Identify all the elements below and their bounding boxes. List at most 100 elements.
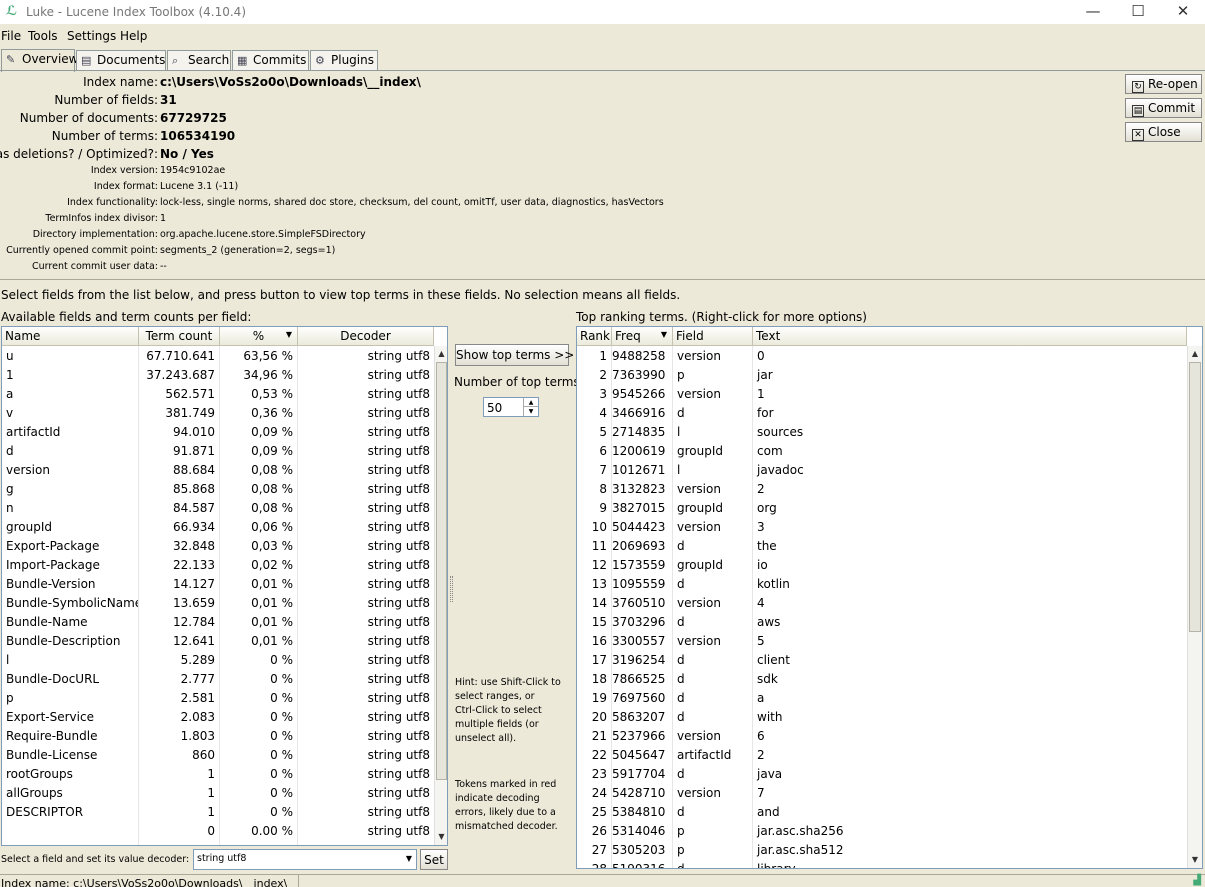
term-row[interactable]: 1 9488258 version 0 bbox=[577, 346, 1187, 365]
term-row[interactable]: 21 5237966 version 6 bbox=[577, 726, 1187, 745]
term-row[interactable]: 15 3703296 d aws bbox=[577, 612, 1187, 631]
field-row[interactable]: a 562.571 0,53 % string utf8 bbox=[2, 384, 434, 403]
reopen-button[interactable]: ↻ Re-open bbox=[1125, 74, 1202, 94]
menu-help[interactable]: Help bbox=[120, 29, 147, 43]
field-row[interactable]: Bundle-Version 14.127 0,01 % string utf8 bbox=[2, 574, 434, 593]
field-row[interactable]: Export-Package 32.848 0,03 % string utf8 bbox=[2, 536, 434, 555]
menu-settings[interactable]: Settings bbox=[67, 29, 116, 43]
term-row[interactable]: 14 3760510 version 4 bbox=[577, 593, 1187, 612]
field-row[interactable]: Bundle-DocURL 2.777 0 % string utf8 bbox=[2, 669, 434, 688]
field-row[interactable]: p 2.581 0 % string utf8 bbox=[2, 688, 434, 707]
tab-plugins[interactable]: ⚙ Plugins bbox=[310, 50, 378, 71]
term-row[interactable]: 22 5045647 artifactId 2 bbox=[577, 745, 1187, 764]
field-row[interactable]: v 381.749 0,36 % string utf8 bbox=[2, 403, 434, 422]
num-top-terms-spinner[interactable]: 50 ▲ ▼ bbox=[483, 397, 539, 417]
decoder-select[interactable]: string utf8 ▼ bbox=[193, 849, 417, 870]
field-name: v bbox=[6, 406, 14, 420]
field-name: Import-Package bbox=[6, 558, 100, 572]
term-row[interactable]: 10 5044423 version 3 bbox=[577, 517, 1187, 536]
field-row[interactable]: Bundle-SymbolicName 13.659 0,01 % string ut… bbox=[2, 593, 434, 612]
col-decoder-header[interactable]: Decoder bbox=[298, 327, 434, 346]
field-row[interactable]: g 85.868 0,08 % string utf8 bbox=[2, 479, 434, 498]
num-fields-label: Number of fields: bbox=[54, 93, 158, 107]
maximize-button[interactable]: ☐ bbox=[1115, 0, 1161, 24]
field-row[interactable]: Bundle-Description 12.641 0,01 % string utf… bbox=[2, 631, 434, 650]
tab-overview[interactable]: ✎ Overview bbox=[1, 49, 79, 72]
term-row[interactable]: 9 3827015 groupId org bbox=[577, 498, 1187, 517]
show-top-terms-button[interactable]: Show top terms >> bbox=[455, 344, 574, 366]
scroll-up-icon[interactable]: ▲ bbox=[435, 346, 447, 362]
tab-search[interactable]: ⌕ Search bbox=[167, 50, 231, 71]
field-row[interactable]: Export-Service 2.083 0 % string utf8 bbox=[2, 707, 434, 726]
col-freq-header[interactable]: Freq ▼ bbox=[612, 327, 673, 346]
col-name-header[interactable]: Name bbox=[2, 327, 139, 346]
fields-scrollbar[interactable]: ▲ ▼ bbox=[434, 346, 447, 845]
term-row[interactable]: 24 5428710 version 7 bbox=[577, 783, 1187, 802]
field-name: d bbox=[6, 444, 14, 458]
term-row[interactable]: 2 7363990 p jar bbox=[577, 365, 1187, 384]
term-row[interactable]: 13 1095559 d kotlin bbox=[577, 574, 1187, 593]
tab-documents[interactable]: ▤ Documents bbox=[76, 50, 166, 71]
term-row[interactable]: 4 3466916 d for bbox=[577, 403, 1187, 422]
term-row[interactable]: 7 1012671 l javadoc bbox=[577, 460, 1187, 479]
scroll-down-icon[interactable]: ▼ bbox=[435, 829, 447, 845]
term-row[interactable]: 19 7697560 d a bbox=[577, 688, 1187, 707]
field-row[interactable]: Require-Bundle 1.803 0 % string utf8 bbox=[2, 726, 434, 745]
term-row[interactable]: 8 3132823 version 2 bbox=[577, 479, 1187, 498]
term-row[interactable]: 18 7866525 d sdk bbox=[577, 669, 1187, 688]
field-row[interactable]: DESCRIPTOR 1 0 % string utf8 bbox=[2, 802, 434, 821]
field-row[interactable]: 1 37.243.687 34,96 % string utf8 bbox=[2, 365, 434, 384]
tab-commits[interactable]: ▦ Commits bbox=[232, 50, 309, 71]
term-row[interactable]: 25 5384810 d and bbox=[577, 802, 1187, 821]
field-row[interactable]: artifactId 94.010 0,09 % string utf8 bbox=[2, 422, 434, 441]
spin-up-icon[interactable]: ▲ bbox=[523, 398, 538, 407]
term-row[interactable]: 20 5863207 d with bbox=[577, 707, 1187, 726]
field-row[interactable]: 0 0.00 % string utf8 bbox=[2, 821, 434, 840]
menu-file[interactable]: File bbox=[1, 29, 21, 43]
col-rank-header[interactable]: Rank bbox=[577, 327, 612, 346]
field-row[interactable]: d 91.871 0,09 % string utf8 bbox=[2, 441, 434, 460]
scroll-up-icon[interactable]: ▲ bbox=[1188, 346, 1202, 362]
field-row[interactable]: groupId 66.934 0,06 % string utf8 bbox=[2, 517, 434, 536]
close-window-button[interactable]: ✕ bbox=[1160, 0, 1205, 24]
commit-button[interactable]: ▤ Commit bbox=[1125, 98, 1202, 118]
col-termcount-header[interactable]: Term count bbox=[139, 327, 220, 346]
menu-tools[interactable]: Tools bbox=[28, 29, 58, 43]
minimize-button[interactable]: — bbox=[1070, 0, 1116, 24]
spin-down-icon[interactable]: ▼ bbox=[523, 407, 538, 416]
term-row[interactable]: 28 5190316 d library bbox=[577, 859, 1187, 868]
field-row[interactable]: version 88.684 0,08 % string utf8 bbox=[2, 460, 434, 479]
field-row[interactable]: rootGroups 1 0 % string utf8 bbox=[2, 764, 434, 783]
col-percent-header[interactable]: % ▼ bbox=[220, 327, 298, 346]
term-row[interactable]: 16 3300557 version 5 bbox=[577, 631, 1187, 650]
scroll-down-icon[interactable]: ▼ bbox=[1188, 852, 1202, 868]
term-row[interactable]: 27 5305203 p jar.asc.sha512 bbox=[577, 840, 1187, 859]
term-row[interactable]: 23 5917704 d java bbox=[577, 764, 1187, 783]
terms-scroll-thumb[interactable] bbox=[1189, 362, 1201, 632]
field-row[interactable]: n 84.587 0,08 % string utf8 bbox=[2, 498, 434, 517]
splitter-grip[interactable] bbox=[450, 576, 453, 602]
term-row[interactable]: 5 2714835 l sources bbox=[577, 422, 1187, 441]
term-row[interactable]: 6 1200619 groupId com bbox=[577, 441, 1187, 460]
term-freq: 3760510 bbox=[612, 596, 666, 610]
col-field-header[interactable]: Field bbox=[673, 327, 753, 346]
term-row[interactable]: 17 3196254 d client bbox=[577, 650, 1187, 669]
set-decoder-button[interactable]: Set bbox=[420, 849, 448, 870]
field-row[interactable]: Import-Package 22.133 0,02 % string utf8 bbox=[2, 555, 434, 574]
field-decoder: string utf8 bbox=[367, 349, 430, 363]
term-row[interactable]: 12 1573559 groupId io bbox=[577, 555, 1187, 574]
field-percent: 0,02 % bbox=[251, 558, 293, 572]
term-row[interactable]: 11 2069693 d the bbox=[577, 536, 1187, 555]
field-row[interactable]: u 67.710.641 63,56 % string utf8 bbox=[2, 346, 434, 365]
close-index-button[interactable]: ✕ Close bbox=[1125, 122, 1202, 142]
resize-grip-icon[interactable]: ▟ bbox=[1193, 875, 1201, 886]
field-row[interactable]: Bundle-License 860 0 % string utf8 bbox=[2, 745, 434, 764]
field-row[interactable]: allGroups 1 0 % string utf8 bbox=[2, 783, 434, 802]
term-row[interactable]: 26 5314046 p jar.asc.sha256 bbox=[577, 821, 1187, 840]
col-text-header[interactable]: Text bbox=[753, 327, 1187, 346]
terms-scrollbar[interactable]: ▲ ▼ bbox=[1187, 346, 1202, 868]
term-row[interactable]: 3 9545266 version 1 bbox=[577, 384, 1187, 403]
fields-scroll-thumb[interactable] bbox=[436, 362, 447, 780]
field-row[interactable]: Bundle-Name 12.784 0,01 % string utf8 bbox=[2, 612, 434, 631]
field-row[interactable]: l 5.289 0 % string utf8 bbox=[2, 650, 434, 669]
